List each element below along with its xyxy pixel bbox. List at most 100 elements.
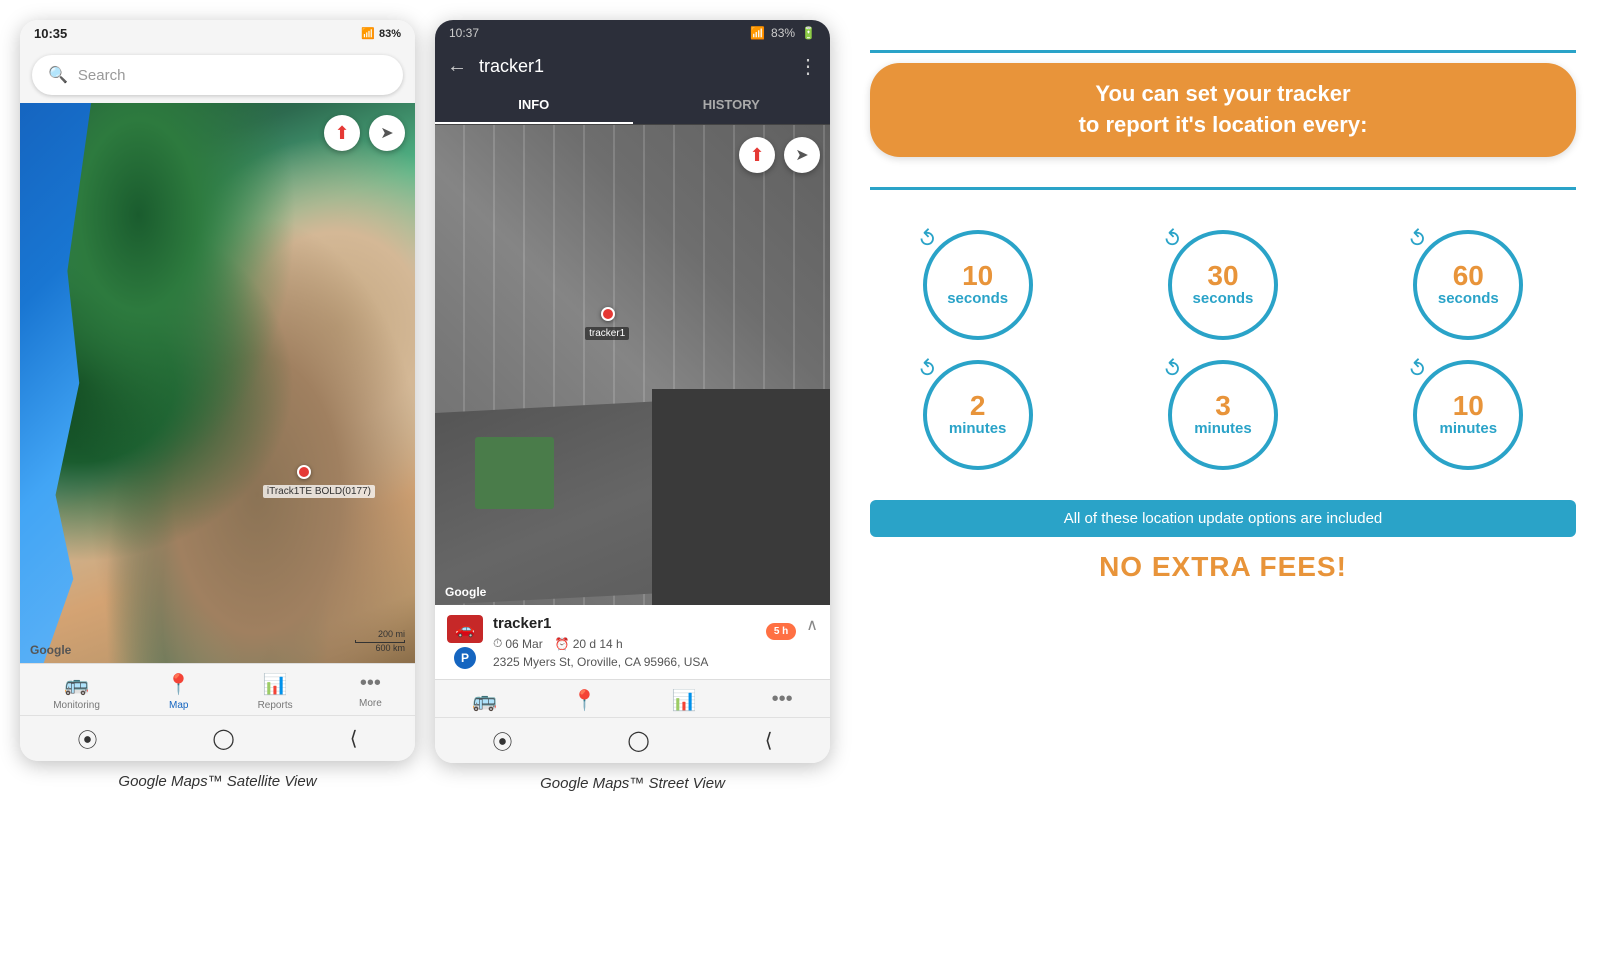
phone2-nav-reports[interactable]: 📊 (672, 688, 697, 713)
info-main: tracker1 ⏱ 06 Mar ⏰ 20 d 14 h 2325 Mye (493, 615, 756, 669)
location2-icon: ➤ (795, 145, 808, 165)
tracker2-pin-dot (601, 307, 615, 321)
circle-10min-number: 10 (1453, 392, 1484, 420)
tracker2-label: tracker1 (585, 327, 629, 340)
title-line2: to report it's location every: (1079, 112, 1368, 137)
map-icon: 📍 (166, 672, 191, 697)
green-area (475, 437, 554, 509)
info-duration: ⏰ 20 d 14 h (555, 636, 623, 651)
back-button[interactable]: ⟨ (350, 726, 358, 751)
phone2-reports-icon: 📊 (672, 688, 697, 713)
circle-30sec-ring: ↺ 30 seconds (1168, 230, 1278, 340)
title-line1: You can set your tracker (1095, 81, 1350, 106)
car-icon: 🚗 (447, 615, 483, 643)
map-scale: 200 mi 600 km (355, 629, 405, 653)
collapse-button[interactable]: ∧ (806, 615, 818, 635)
phone2-back-button[interactable]: ⟨ (765, 728, 773, 753)
phone2-time: 10:37 (449, 26, 479, 40)
phone2-nav-map[interactable]: 📍 (572, 688, 597, 713)
aerial-map-background (435, 125, 830, 605)
phone2-tabs: INFO HISTORY (435, 87, 830, 125)
phone2-status-icons: 📶 83% 🔋 (750, 26, 816, 40)
phone2-header: ← tracker1 ⋮ (435, 46, 830, 87)
nav-more-label: More (359, 698, 382, 709)
nav-monitoring[interactable]: 🚌 Monitoring (53, 672, 100, 711)
tab-history[interactable]: HISTORY (633, 87, 831, 124)
nav-reports[interactable]: 📊 Reports (258, 672, 293, 711)
tracker-pin (297, 465, 315, 483)
nav-reports-label: Reports (258, 700, 293, 711)
nav-map[interactable]: 📍 Map (166, 672, 191, 711)
circle-30sec: ↺ 30 seconds (1115, 230, 1330, 340)
phone1-wrapper: 10:35 📶 83% 🔍 Search ⬆ (20, 20, 415, 790)
compass-needle-icon: ⬆ (334, 123, 349, 144)
reports-icon: 📊 (263, 672, 288, 697)
circle-3min-ring: ↺ 3 minutes (1168, 360, 1278, 470)
no-fees-banner: All of these location update options are… (870, 500, 1576, 537)
circle-2min-unit: minutes (949, 420, 1007, 437)
phone2-signal-icon: 📶 (750, 26, 765, 40)
compass2-needle-icon: ⬆ (749, 145, 764, 166)
location-button[interactable]: ➤ (369, 115, 405, 151)
phone1-caption: Google Maps™ Satellite View (118, 773, 316, 790)
phone2-caption: Google Maps™ Street View (540, 775, 725, 792)
tab-info[interactable]: INFO (435, 87, 633, 124)
circle-60sec-arrow-icon: ↺ (1403, 223, 1434, 254)
info-address: 2325 Myers St, Oroville, CA 95966, USA (493, 655, 756, 669)
phone1-satellite-map[interactable]: ⬆ ➤ iTrack1TE BOLD(0177) Google 200 mi 6… (20, 103, 415, 663)
location2-button[interactable]: ➤ (784, 137, 820, 173)
teal-line-top (870, 50, 1576, 53)
nav-more[interactable]: ••• More (359, 672, 382, 711)
location-icon: ➤ (380, 123, 393, 143)
more-icon: ••• (360, 672, 381, 695)
nav-monitoring-label: Monitoring (53, 700, 100, 711)
compass-button[interactable]: ⬆ (324, 115, 360, 151)
recent-apps-button[interactable]: ⦿ (77, 724, 97, 753)
scale-200mi: 200 mi (378, 629, 405, 639)
circle-60sec: ↺ 60 seconds (1361, 230, 1576, 340)
search-input-container[interactable]: 🔍 Search (32, 55, 403, 95)
phone1-search-bar[interactable]: 🔍 Search (20, 47, 415, 103)
circle-30sec-unit: seconds (1193, 290, 1254, 307)
circle-10min-arrow-icon: ↺ (1403, 353, 1434, 384)
circle-10sec: ↺ 10 seconds (870, 230, 1085, 340)
phone2-nav-more[interactable]: ••• (772, 688, 793, 713)
compass2-button[interactable]: ⬆ (739, 137, 775, 173)
circle-10sec-unit: seconds (947, 290, 1008, 307)
parking-badge: P (454, 647, 476, 669)
scale-600km: 600 km (375, 643, 405, 653)
circle-3min-arrow-icon: ↺ (1157, 353, 1188, 384)
circle-3min: ↺ 3 minutes (1115, 360, 1330, 470)
tracker-title: tracker1 (479, 56, 786, 77)
tracker-label: iTrack1TE BOLD(0177) (263, 485, 375, 498)
phone1-bottom-nav: 🚌 Monitoring 📍 Map 📊 Reports ••• More (20, 663, 415, 715)
info-panel-top: 🚗 P tracker1 ⏱ 06 Mar ⏰ 20 d 14 (447, 615, 818, 669)
info-time-badge: 5 h (766, 623, 796, 640)
circle-60sec-number: 60 (1453, 262, 1484, 290)
info-stats: ⏱ 06 Mar ⏰ 20 d 14 h (493, 636, 756, 651)
circle-2min-arrow-icon: ↺ (912, 353, 943, 384)
phone2-battery-icon: 🔋 (801, 26, 816, 40)
circle-10min-unit: minutes (1440, 420, 1498, 437)
phone2-aerial-map[interactable]: ⬆ ➤ tracker1 Google (435, 125, 830, 605)
circle-3min-number: 3 (1215, 392, 1231, 420)
tracker-pin-dot (297, 465, 311, 479)
circle-60sec-ring: ↺ 60 seconds (1413, 230, 1523, 340)
back-arrow-button[interactable]: ← (447, 55, 467, 78)
info-date-text: 06 Mar (505, 637, 542, 651)
overflow-menu-button[interactable]: ⋮ (798, 54, 818, 79)
tracker2-pin (601, 307, 617, 323)
phone2-nav-monitoring[interactable]: 🚌 (472, 688, 497, 713)
circle-10min: ↺ 10 minutes (1361, 360, 1576, 470)
phone2-more-icon: ••• (772, 688, 793, 711)
google-logo: Google (30, 643, 71, 657)
circle-arrow-icon: ↺ (912, 223, 943, 254)
timer-icon: ⏰ (555, 637, 570, 651)
phone1-time: 10:35 (34, 26, 67, 41)
info-date: ⏱ 06 Mar (493, 636, 543, 651)
phone2-home-button[interactable]: ◯ (627, 728, 649, 753)
phone2-recent-button[interactable]: ⦿ (492, 726, 512, 755)
home-button[interactable]: ◯ (212, 726, 234, 751)
circle-10sec-number: 10 (962, 262, 993, 290)
info-tracker-name: tracker1 (493, 615, 756, 632)
